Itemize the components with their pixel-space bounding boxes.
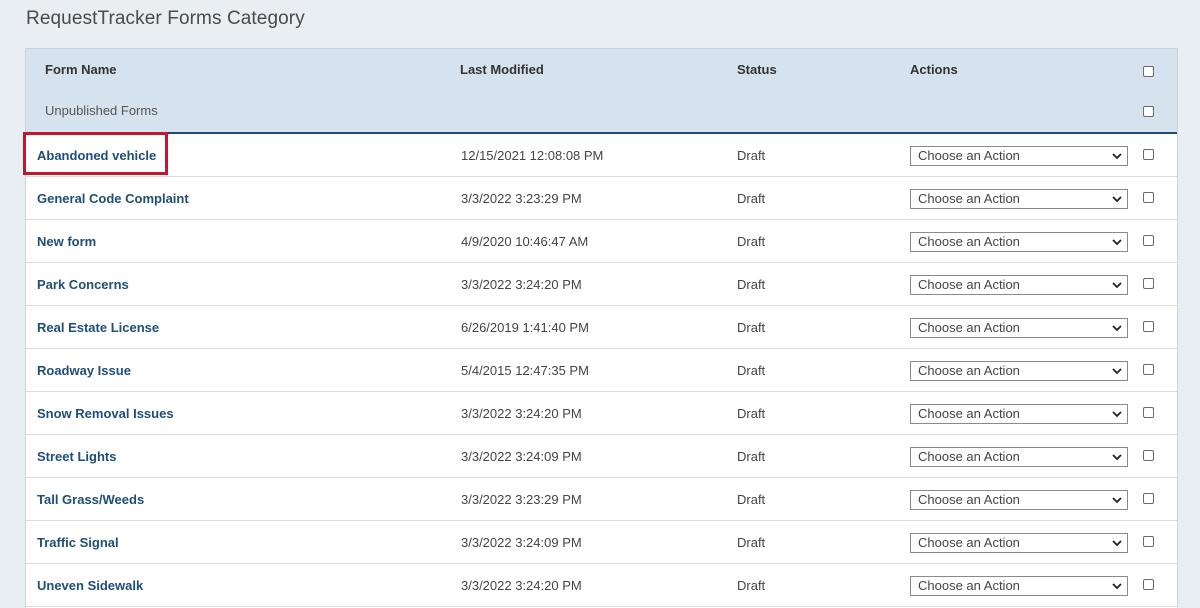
action-select-value: Choose an Action (918, 492, 1020, 507)
action-select[interactable]: Choose an Action (910, 189, 1128, 209)
last-modified-cell: 3/3/2022 3:23:29 PM (461, 492, 582, 507)
table-row: Real Estate License 6/26/2019 1:41:40 PM D… (26, 306, 1177, 349)
chevron-down-icon (1111, 320, 1123, 336)
chevron-down-icon (1111, 406, 1123, 422)
action-select-value: Choose an Action (918, 363, 1020, 378)
last-modified-cell: 6/26/2019 1:41:40 PM (461, 320, 589, 335)
action-select-value: Choose an Action (918, 535, 1020, 550)
action-select[interactable]: Choose an Action (910, 361, 1128, 381)
chevron-down-icon (1111, 277, 1123, 293)
form-name-link[interactable]: Uneven Sidewalk (37, 578, 143, 593)
action-select-value: Choose an Action (918, 191, 1020, 206)
table-row: Abandoned vehicle 12/15/2021 12:08:08 PM D… (23, 132, 1177, 177)
action-select[interactable]: Choose an Action (910, 447, 1128, 467)
form-name-link[interactable]: Snow Removal Issues (37, 406, 174, 421)
status-cell: Draft (737, 234, 766, 249)
select-unpublished-checkbox[interactable] (1143, 106, 1154, 117)
row-checkbox[interactable] (1143, 149, 1154, 160)
chevron-down-icon (1111, 492, 1123, 508)
table-row: Uneven Sidewalk 3/3/2022 3:24:20 PM Draft C… (26, 564, 1177, 607)
status-cell: Draft (737, 277, 766, 292)
table-header: Form Name Last Modified Status Actions U… (26, 49, 1177, 134)
table-row: Roadway Issue 5/4/2015 12:47:35 PM Draft Ch… (26, 349, 1177, 392)
action-select[interactable]: Choose an Action (910, 146, 1128, 166)
row-checkbox[interactable] (1143, 364, 1154, 375)
last-modified-cell: 3/3/2022 3:24:20 PM (461, 578, 582, 593)
table-row: Park Concerns 3/3/2022 3:24:20 PM Draft Cho… (26, 263, 1177, 306)
action-select[interactable]: Choose an Action (910, 404, 1128, 424)
row-checkbox[interactable] (1143, 321, 1154, 332)
table-body: Abandoned vehicle 12/15/2021 12:08:08 PM D… (23, 132, 1177, 607)
select-all-checkbox[interactable] (1143, 66, 1154, 77)
last-modified-cell: 4/9/2020 10:46:47 AM (461, 234, 589, 249)
action-select[interactable]: Choose an Action (910, 318, 1128, 338)
action-select[interactable]: Choose an Action (910, 533, 1128, 553)
row-checkbox[interactable] (1143, 536, 1154, 547)
chevron-down-icon (1111, 449, 1123, 465)
action-select-value: Choose an Action (918, 406, 1020, 421)
status-cell: Draft (737, 449, 766, 464)
header-actions: Actions (910, 62, 958, 77)
last-modified-cell: 3/3/2022 3:24:20 PM (461, 277, 582, 292)
header-form-name[interactable]: Form Name (45, 62, 117, 77)
form-name-link[interactable]: Roadway Issue (37, 363, 131, 378)
table-row: Tall Grass/Weeds 3/3/2022 3:23:29 PM Draft… (26, 478, 1177, 521)
action-select-value: Choose an Action (918, 234, 1020, 249)
chevron-down-icon (1111, 535, 1123, 551)
status-cell: Draft (737, 363, 766, 378)
action-select-value: Choose an Action (918, 320, 1020, 335)
table-row: New form 4/9/2020 10:46:47 AM Draft Choose … (26, 220, 1177, 263)
form-name-link[interactable]: Street Lights (37, 449, 116, 464)
last-modified-cell: 3/3/2022 3:24:09 PM (461, 535, 582, 550)
last-modified-cell: 12/15/2021 12:08:08 PM (461, 148, 604, 163)
last-modified-cell: 3/3/2022 3:24:09 PM (461, 449, 582, 464)
row-checkbox[interactable] (1143, 579, 1154, 590)
unpublished-forms-label: Unpublished Forms (45, 103, 158, 118)
row-checkbox[interactable] (1143, 407, 1154, 418)
chevron-down-icon (1111, 234, 1123, 250)
form-name-link[interactable]: Abandoned vehicle (37, 148, 156, 163)
chevron-down-icon (1111, 578, 1123, 594)
status-cell: Draft (737, 578, 766, 593)
chevron-down-icon (1111, 363, 1123, 379)
form-name-link[interactable]: Traffic Signal (37, 535, 119, 550)
last-modified-cell: 5/4/2015 12:47:35 PM (461, 363, 589, 378)
header-status[interactable]: Status (737, 62, 777, 77)
status-cell: Draft (737, 191, 766, 206)
row-checkbox[interactable] (1143, 450, 1154, 461)
status-cell: Draft (737, 535, 766, 550)
action-select[interactable]: Choose an Action (910, 275, 1128, 295)
table-row: General Code Complaint 3/3/2022 3:23:29 P… (26, 177, 1177, 220)
status-cell: Draft (737, 320, 766, 335)
action-select-value: Choose an Action (918, 578, 1020, 593)
action-select[interactable]: Choose an Action (910, 232, 1128, 252)
status-cell: Draft (737, 406, 766, 421)
action-select-value: Choose an Action (918, 449, 1020, 464)
page-title: RequestTracker Forms Category (26, 8, 305, 29)
form-name-link[interactable]: Real Estate License (37, 320, 159, 335)
action-select-value: Choose an Action (918, 148, 1020, 163)
last-modified-cell: 3/3/2022 3:23:29 PM (461, 191, 582, 206)
action-select[interactable]: Choose an Action (910, 576, 1128, 596)
table-row: Street Lights 3/3/2022 3:24:09 PM Draft Cho… (26, 435, 1177, 478)
form-name-link[interactable]: Tall Grass/Weeds (37, 492, 144, 507)
form-name-link[interactable]: Park Concerns (37, 277, 129, 292)
table-row: Snow Removal Issues 3/3/2022 3:24:20 PM Dr… (26, 392, 1177, 435)
form-name-link[interactable]: New form (37, 234, 96, 249)
forms-table: Form Name Last Modified Status Actions U… (23, 48, 1178, 608)
action-select-value: Choose an Action (918, 277, 1020, 292)
chevron-down-icon (1111, 191, 1123, 207)
status-cell: Draft (737, 148, 766, 163)
status-cell: Draft (737, 492, 766, 507)
row-checkbox[interactable] (1143, 493, 1154, 504)
chevron-down-icon (1111, 148, 1123, 164)
row-checkbox[interactable] (1143, 278, 1154, 289)
row-checkbox[interactable] (1143, 192, 1154, 203)
table-row: Traffic Signal 3/3/2022 3:24:09 PM Draft Ch… (26, 521, 1177, 564)
form-name-link[interactable]: General Code Complaint (37, 191, 189, 206)
last-modified-cell: 3/3/2022 3:24:20 PM (461, 406, 582, 421)
action-select[interactable]: Choose an Action (910, 490, 1128, 510)
row-checkbox[interactable] (1143, 235, 1154, 246)
header-last-modified[interactable]: Last Modified (460, 62, 544, 77)
